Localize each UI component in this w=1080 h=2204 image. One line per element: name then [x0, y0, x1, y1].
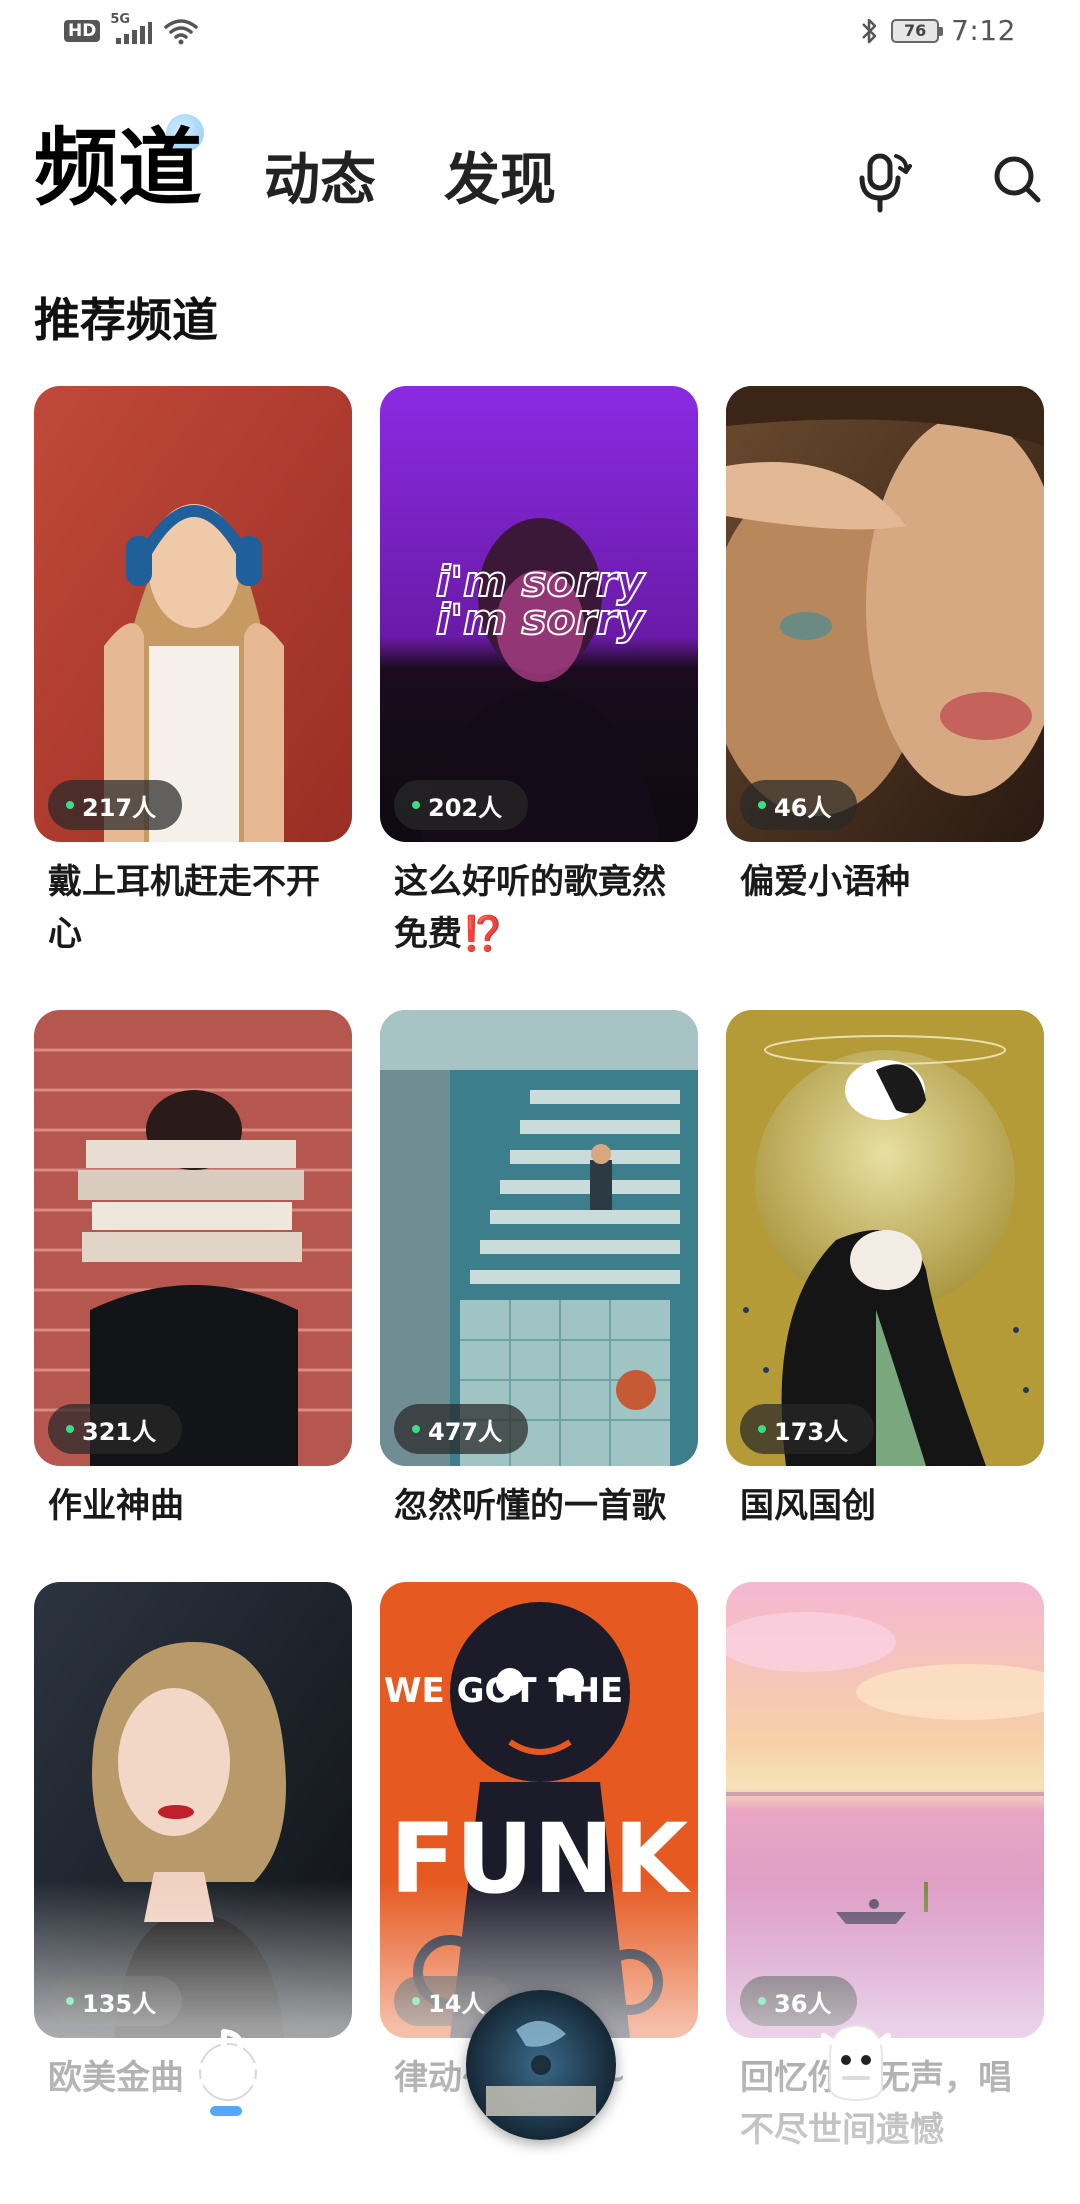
channel-card[interactable]: 217人 戴上耳机赶走不开心 [34, 386, 352, 960]
tab-feed[interactable]: 动态 [264, 146, 376, 216]
online-count: 173人 [774, 1417, 849, 1446]
cellular-signal-icon: 5G [110, 12, 154, 46]
online-count-badge: 46人 [740, 780, 858, 830]
bluetooth-icon [862, 18, 877, 43]
svg-text:WE GOT THE: WE GOT THE [384, 1671, 623, 1711]
wifi-icon [164, 19, 199, 45]
cover-image-sunset-sea [726, 1582, 1044, 2038]
channel-title[interactable]: 国风国创 [726, 1480, 1044, 1532]
planet-music-icon[interactable] [180, 2012, 276, 2120]
channel-cover[interactable]: 46人 [726, 386, 1044, 842]
online-count: 477人 [428, 1417, 503, 1446]
channel-card[interactable]: i'm sorry i'm sorry 202人 这么好听的歌竟然免费⁉️ [380, 386, 698, 960]
cover-image-portrait [34, 1582, 352, 2038]
channel-cover[interactable]: 321人 [34, 1010, 352, 1466]
cover-image-headphones [34, 386, 352, 842]
online-dot [412, 1425, 420, 1433]
status-left: HD 5G [64, 12, 199, 46]
cover-image-books [34, 1010, 352, 1466]
cover-image-stairs [380, 1010, 698, 1466]
online-count-badge: 217人 [48, 780, 183, 830]
channel-title[interactable]: 忽然听懂的一首歌 [380, 1480, 698, 1532]
online-dot [66, 1425, 74, 1433]
online-dot [758, 801, 766, 809]
channel-cover[interactable]: 173人 [726, 1010, 1044, 1466]
online-dot [412, 801, 420, 809]
svg-text:FUNK: FUNK [390, 1803, 692, 1915]
online-count-badge: 202人 [394, 780, 529, 830]
channel-title[interactable]: 戴上耳机赶走不开心 [34, 856, 352, 960]
search-icon[interactable] [992, 152, 1044, 208]
hd-badge: HD [64, 20, 101, 42]
online-count: 46人 [774, 793, 832, 822]
channel-cover[interactable]: i'm sorry i'm sorry 202人 [380, 386, 698, 842]
online-count: 321人 [82, 1417, 157, 1446]
channel-title[interactable]: 作业神曲 [34, 1480, 352, 1532]
cover-image-sorry: i'm sorry i'm sorry [380, 386, 698, 842]
tab-discover[interactable]: 发现 [444, 146, 556, 216]
nav-active-indicator [210, 2106, 242, 2116]
svg-text:i'm sorry: i'm sorry [436, 595, 646, 644]
channel-title[interactable]: 偏爱小语种 [726, 856, 1044, 908]
top-nav: 频道 动态 发现 [0, 100, 1080, 230]
channel-card[interactable]: 477人 忽然听懂的一首歌 [380, 1010, 698, 1532]
online-count-badge: 321人 [48, 1404, 183, 1454]
robot-icon[interactable] [816, 2016, 896, 2106]
mic-refresh-icon[interactable] [856, 150, 912, 214]
tab-channels[interactable]: 频道 [34, 118, 202, 218]
online-count-badge: 173人 [740, 1404, 875, 1454]
channel-cover[interactable]: 135人 [34, 1582, 352, 2038]
now-playing-cover [466, 1990, 616, 2140]
bottom-nav-bar [0, 1990, 1080, 2204]
battery-icon: 76 [891, 18, 944, 43]
channel-cover[interactable]: 36人 [726, 1582, 1044, 2038]
channel-cover[interactable]: 217人 [34, 386, 352, 842]
cover-image-guofeng [726, 1010, 1044, 1466]
cover-image-funk: WE GOT THE FUNK [380, 1582, 698, 2038]
online-count-badge: 477人 [394, 1404, 529, 1454]
status-right: 76 7:12 [859, 14, 1016, 47]
battery-level: 76 [903, 21, 927, 40]
online-count: 217人 [82, 793, 157, 822]
online-dot [758, 1425, 766, 1433]
channel-cover[interactable]: 477人 [380, 1010, 698, 1466]
status-bar: HD 5G 76 7:12 [0, 0, 1080, 64]
channel-card[interactable]: 321人 作业神曲 [34, 1010, 352, 1532]
now-playing-disc[interactable] [466, 1990, 616, 2140]
channel-cover[interactable]: WE GOT THE FUNK 14人 [380, 1582, 698, 2038]
cover-image-faces [726, 386, 1044, 842]
channel-card[interactable]: 173人 国风国创 [726, 1010, 1044, 1532]
section-title: 推荐频道 [34, 293, 218, 347]
channel-card[interactable]: 46人 偏爱小语种 [726, 386, 1044, 908]
online-dot [66, 801, 74, 809]
clock: 7:12 [951, 14, 1016, 47]
online-count: 202人 [428, 793, 503, 822]
channel-title[interactable]: 这么好听的歌竟然免费⁉️ [380, 856, 698, 960]
